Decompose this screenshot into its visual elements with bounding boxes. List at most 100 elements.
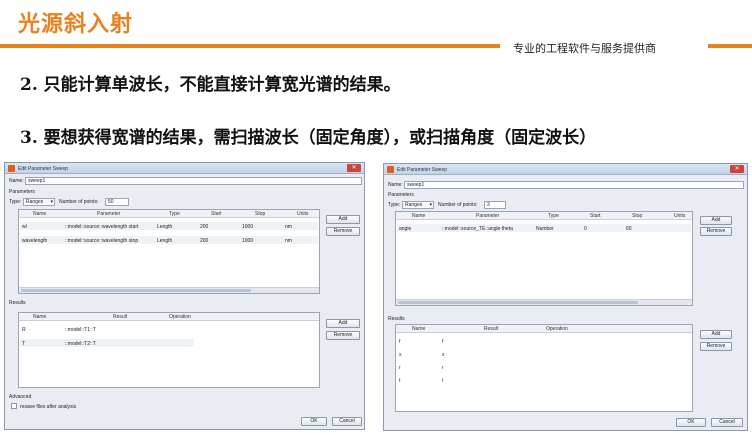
result-name: R [22, 327, 26, 333]
remove-result-button[interactable]: Remove [326, 331, 360, 340]
company-tagline: 专业的工程软件与服务提供商 [513, 42, 656, 55]
param-start: 200 [200, 238, 209, 244]
bullet-point-3: 3. 要想获得宽谱的结果，需扫描波长（固定角度），或扫描角度（固定波长） [20, 128, 597, 148]
ok-button[interactable]: OK [676, 418, 706, 427]
close-icon[interactable]: ✕ [730, 165, 744, 173]
result-name: t [399, 378, 401, 384]
param-start: 200 [200, 224, 209, 230]
chevron-down-icon: ▾ [50, 199, 53, 205]
dialog-title: Edit Parameter Sweep [18, 166, 69, 172]
result-name: f [399, 339, 401, 345]
results-table-header: Name Result Operation [396, 325, 692, 333]
name-input[interactable]: sweep1 [25, 177, 362, 185]
type-select-value: Ranges [26, 199, 44, 205]
points-input[interactable]: 50 [105, 198, 129, 206]
col-header-stop: Stop [632, 213, 643, 219]
col-header-type: Type [169, 211, 180, 217]
dialog-titlebar[interactable]: Edit Parameter Sweep ✕ [5, 163, 364, 174]
type-label: Type: [9, 199, 22, 205]
result-value: ::model::T1::T [65, 327, 96, 333]
param-stop: 1000 [242, 238, 254, 244]
parameters-table: Name Parameter Type Start Stop Units wl … [18, 209, 320, 294]
col-header-stop: Stop [255, 211, 266, 217]
name-input[interactable]: sweep1 [404, 181, 744, 189]
name-label: Name: [9, 178, 24, 184]
close-icon[interactable]: ✕ [347, 164, 361, 172]
param-parameter: ::model::source_TE::angle theta [442, 226, 513, 232]
points-label: Number of points: [59, 199, 99, 205]
col-header-result: Result [484, 326, 499, 332]
remove-parameter-button[interactable]: Remove [326, 227, 360, 236]
app-icon [8, 165, 15, 172]
add-parameter-button[interactable]: Add [700, 216, 732, 225]
dialog-title: Edit Parameter Sweep [397, 167, 448, 173]
col-header-parameter: Parameter [97, 211, 121, 217]
param-type: Length [157, 238, 173, 244]
param-name: wl [22, 224, 27, 230]
type-label: Type: [388, 202, 401, 208]
points-input[interactable]: 3 [484, 201, 506, 209]
results-table: Name Result Operation f f x x r r t t [395, 324, 693, 412]
scrollbar-thumb[interactable] [21, 289, 251, 292]
remove-parameter-button[interactable]: Remove [700, 227, 732, 236]
bullet-point-2: 2. 只能计算单波长，不能直接计算宽光谱的结果。 [20, 75, 401, 95]
col-header-name: Name [33, 314, 47, 320]
table-row-bg [20, 339, 194, 347]
col-header-units: Units [297, 211, 309, 217]
parameters-table-header: Name Parameter Type Start Stop Units [19, 210, 319, 218]
horizontal-scrollbar[interactable] [19, 287, 319, 293]
app-icon [387, 166, 394, 173]
results-section-label: Results [9, 300, 26, 306]
result-value: f [442, 339, 444, 345]
type-select-value: Ranges [405, 202, 423, 208]
col-header-start: Start [211, 211, 222, 217]
horizontal-scrollbar[interactable] [396, 299, 692, 305]
parameters-table: Name Parameter Type Start Stop Units ang… [395, 211, 693, 306]
type-select[interactable]: Ranges ▾ [23, 198, 55, 206]
type-select[interactable]: Ranges ▾ [402, 201, 434, 209]
col-header-operation: Operation [546, 326, 568, 332]
col-header-units: Units [674, 213, 686, 219]
param-name: angle [399, 226, 412, 232]
param-type: Length [157, 224, 173, 230]
col-header-name: Name [33, 211, 47, 217]
resave-label: resave files after analysis [20, 404, 77, 410]
add-result-button[interactable]: Add [700, 330, 732, 339]
param-start: 0 [584, 226, 587, 232]
param-name: wavelength [22, 238, 48, 244]
slide-title: 光源斜入射 [18, 12, 134, 37]
ok-button[interactable]: OK [301, 417, 327, 426]
title-rule-left [0, 44, 500, 48]
scrollbar-thumb[interactable] [398, 301, 638, 304]
results-section-label: Results [388, 316, 405, 322]
result-name: T [22, 341, 26, 347]
col-header-name: Name [412, 326, 426, 332]
dialog-titlebar[interactable]: Edit Parameter Sweep ✕ [384, 164, 747, 175]
result-value: x [442, 352, 445, 358]
title-rule-right [708, 44, 752, 48]
parameters-section-label: Parameters [388, 192, 414, 198]
param-units: nm [285, 238, 292, 244]
add-result-button[interactable]: Add [326, 319, 360, 328]
add-parameter-button[interactable]: Add [326, 215, 360, 224]
result-name: x [399, 352, 402, 358]
remove-result-button[interactable]: Remove [700, 342, 732, 351]
results-table-header: Name Result Operation [19, 313, 319, 321]
result-value: ::model::T2::T [65, 341, 96, 347]
result-value: t [442, 378, 444, 384]
cancel-button[interactable]: Cancel [332, 417, 362, 426]
col-header-type: Type [548, 213, 559, 219]
result-name: r [399, 365, 401, 371]
sweep-dialog-angle: Edit Parameter Sweep ✕ Name: sweep1 Para… [383, 163, 748, 431]
result-value: r [442, 365, 444, 371]
cancel-button[interactable]: Cancel [711, 418, 743, 427]
resave-checkbox[interactable] [11, 403, 17, 409]
points-label: Number of points: [438, 202, 478, 208]
col-header-name: Name [412, 213, 426, 219]
col-header-start: Start [590, 213, 601, 219]
param-parameter: ::model::source::wavelength start [65, 224, 139, 230]
parameters-table-header: Name Parameter Type Start Stop Units [396, 212, 692, 220]
advanced-section-label: Advanced [9, 394, 32, 400]
name-label: Name: [388, 182, 403, 188]
param-stop: 1000 [242, 224, 254, 230]
